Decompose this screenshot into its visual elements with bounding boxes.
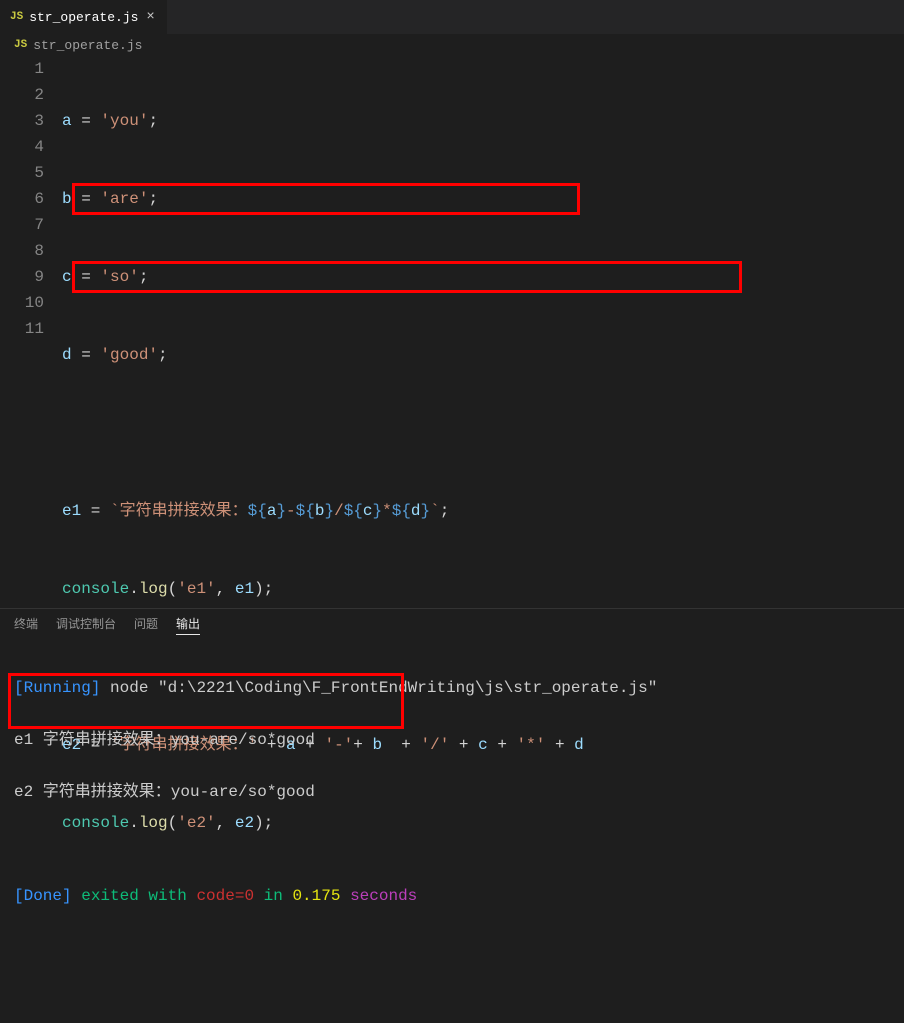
tab-bar: JS str_operate.js × [0,0,904,34]
token-str: ` [430,502,440,520]
token-op: = [72,346,101,364]
terminal-text: 0.175 [292,887,340,905]
line-number: 6 [0,186,44,212]
terminal-tag: [Done] [14,887,72,905]
token-str: - [286,502,296,520]
line-number: 7 [0,212,44,238]
terminal-text: seconds [340,887,417,905]
token-str: 'good' [100,346,158,364]
token-interp: ${ [392,502,411,520]
token-var: a [267,502,277,520]
token-str: 'e1' [177,580,215,598]
terminal-text: exited with [72,887,197,905]
line-number: 9 [0,264,44,290]
terminal-tag: [Running] [14,679,100,697]
token-punc: ; [148,112,158,130]
token-str: 'you' [100,112,148,130]
terminal-text: code=0 [196,887,254,905]
editor-tab[interactable]: JS str_operate.js × [0,0,168,34]
code-line [62,420,904,446]
terminal-line: [Done] exited with code=0 in 0.175 secon… [14,883,890,909]
bottom-panel: 终端 调试控制台 问题 输出 [Running] node "d:\2221\C… [0,608,904,1023]
token-var: d [411,502,421,520]
token-str: 'so' [100,268,138,286]
terminal-text: e2 字符串拼接效果：you-are/so*good [14,783,315,801]
code-editor[interactable]: 1 2 3 4 5 6 7 8 9 10 11 a = 'you'; b = '… [0,56,904,608]
line-number: 10 [0,290,44,316]
close-icon[interactable]: × [144,9,156,25]
token-punc: ; [158,346,168,364]
token-obj: console [62,580,129,598]
code-area[interactable]: a = 'you'; b = 'are'; c = 'so'; d = 'goo… [62,56,904,608]
token-op: = [72,112,101,130]
token-op: = [72,190,101,208]
token-punc: ); [254,580,273,598]
token-var: c [62,268,72,286]
code-line: console.log('e1', e1); [62,576,904,602]
token-interp: } [373,502,383,520]
token-interp: ${ [296,502,315,520]
code-line: d = 'good'; [62,342,904,368]
terminal-line [14,831,890,857]
token-punc: , [216,580,235,598]
line-gutter: 1 2 3 4 5 6 7 8 9 10 11 [0,56,62,608]
terminal-text: in [254,887,292,905]
code-line: e1 = `字符串拼接效果：${a}-${b}/${c}*${d}`; [62,498,904,524]
line-number: 8 [0,238,44,264]
token-interp: ${ [248,502,267,520]
token-str: 'are' [100,190,148,208]
tab-terminal[interactable]: 终端 [14,615,38,635]
line-number: 5 [0,160,44,186]
terminal-output[interactable]: [Running] node "d:\2221\Coding\F_FrontEn… [0,639,904,1023]
token-interp: } [421,502,431,520]
terminal-text: e1 字符串拼接效果：you-are/so*good [14,731,315,749]
line-number: 4 [0,134,44,160]
line-number: 3 [0,108,44,134]
token-op: = [81,502,110,520]
token-punc: ; [440,502,450,520]
breadcrumb-filename[interactable]: str_operate.js [33,38,142,53]
terminal-line: e1 字符串拼接效果：you-are/so*good [14,727,890,753]
token-punc: ; [148,190,158,208]
line-number: 1 [0,56,44,82]
token-var: c [363,502,373,520]
js-icon: JS [10,11,23,23]
token-punc: ( [168,580,178,598]
code-line: b = 'are'; [62,186,904,212]
terminal-line: [Running] node "d:\2221\Coding\F_FrontEn… [14,675,890,701]
token-interp: } [276,502,286,520]
line-number: 11 [0,316,44,342]
line-number: 2 [0,82,44,108]
token-var: b [62,190,72,208]
token-interp: } [324,502,334,520]
token-str: * [382,502,392,520]
token-punc: . [129,580,139,598]
token-punc: ; [139,268,149,286]
token-op: = [72,268,101,286]
token-var: a [62,112,72,130]
token-var: e1 [62,502,81,520]
token-var: d [62,346,72,364]
code-line: a = 'you'; [62,108,904,134]
js-icon: JS [14,39,27,51]
token-str: / [334,502,344,520]
token-func: log [139,580,168,598]
token-var: e1 [235,580,254,598]
terminal-text: node "d:\2221\Coding\F_FrontEndWriting\j… [100,679,657,697]
code-line: c = 'so'; [62,264,904,290]
breadcrumb: JS str_operate.js [0,34,904,56]
tab-filename: str_operate.js [29,10,138,25]
terminal-line: e2 字符串拼接效果：you-are/so*good [14,779,890,805]
token-interp: ${ [344,502,363,520]
token-str: `字符串拼接效果： [110,502,248,520]
